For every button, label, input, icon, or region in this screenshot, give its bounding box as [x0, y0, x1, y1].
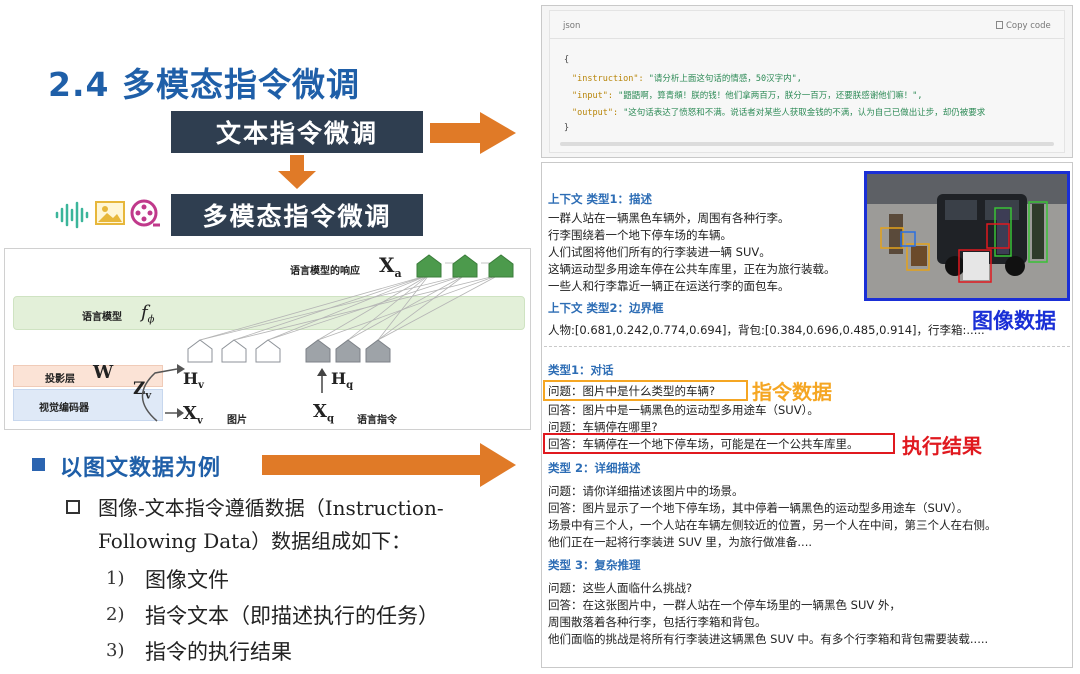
list-item: 指令的执行结果: [145, 640, 292, 664]
dialog-question: 问题：图片中是什么类型的车辆?: [548, 384, 716, 398]
bounding-box-line: 人物:[0.681,0.242,0.774,0.694]，背包:[0.384,0…: [548, 323, 985, 337]
type2-detail-heading: 类型 2：详细描述: [548, 461, 641, 475]
copy-icon: [996, 21, 1003, 29]
parking-garage-photo: [864, 171, 1070, 301]
context-line: 人们试图将他们所有的行李装进一辆 SUV。: [548, 245, 771, 259]
photo-illustration: [867, 174, 1067, 298]
multimodal-instruction-tuning-box: 多模态指令微调: [171, 194, 423, 236]
image-token: [221, 339, 247, 363]
bullet-square-icon: [32, 458, 45, 471]
instruction-data-tag: 指令数据: [752, 380, 832, 404]
context-line: 一群人站在一辆黑色车辆外，周围有各种行李。: [548, 211, 790, 225]
image-icon: [95, 201, 125, 225]
horizontal-scrollbar[interactable]: [560, 142, 1054, 146]
image-data-tag: 图像数据: [972, 309, 1056, 333]
code-line-instruction: "instruction": "请分析上面这句话的情感，50汉字内",: [572, 74, 802, 84]
page-title: 2.4 多模态指令微调: [48, 65, 360, 104]
reasoning-line: 问题：这些人面临什么挑战?: [548, 581, 693, 595]
data-description-line-2: Following Data）数据组成如下：: [98, 529, 412, 553]
instruction-token: [365, 339, 391, 363]
data-description-line-1: 图像-文本指令遵循数据（Instruction-: [98, 496, 444, 520]
token-graph: [187, 254, 514, 363]
checkbox-bullet-icon: [66, 500, 80, 514]
architecture-diagram: 语言模型的响应 Xa 语言模型 fϕ 投影层 W 视觉编码器 Zv Hv Hq …: [4, 248, 531, 430]
instruction-token: [305, 339, 331, 363]
text-instruction-tuning-box: 文本指令微调: [171, 111, 423, 153]
image-token: [187, 339, 213, 363]
json-code-panel: json Copy code { "instruction": "请分析上面这句…: [541, 5, 1073, 158]
code-close-brace: }: [564, 123, 570, 133]
list-number: 1): [106, 568, 125, 589]
context-type2-heading: 上下文 类型2：边界框: [548, 301, 664, 315]
detail-line: 场景中有三个人，一个人站在车辆左侧较近的位置，另一个人在中间，第三个人在右侧。: [548, 518, 997, 532]
down-arrow-icon: [278, 155, 316, 189]
right-arrow-icon: [262, 443, 516, 487]
film-reel-icon: [130, 199, 160, 227]
list-number: 3): [106, 640, 125, 661]
context-line: 一些人和行李靠近一辆正在运送行李的面包车。: [548, 279, 790, 293]
list-item: 图像文件: [145, 568, 229, 592]
reasoning-line: 他们面临的挑战是将所有行李装进这辆黑色 SUV 中。有多个行李箱和背包需要装载.…: [548, 632, 989, 646]
dialog-answer: 回答：图片中是一辆黑色的运动型多用途车（SUV）。: [548, 403, 819, 417]
code-block: json Copy code { "instruction": "请分析上面这句…: [549, 10, 1065, 153]
right-arrow-icon: [430, 112, 516, 154]
context-line: 这辆运动型多用途车停在公共车库里，正在为旅行装载。: [548, 262, 836, 276]
result-tag: 执行结果: [902, 434, 982, 458]
bullet-heading: 以图文数据为例: [60, 456, 222, 481]
context-type1-heading: 上下文 类型1：描述: [548, 192, 653, 206]
list-number: 2): [106, 604, 125, 625]
reasoning-line: 回答：在这张图片中，一群人站在一个停车场里的一辆黑色 SUV 外，: [548, 598, 901, 612]
image-token: [255, 339, 281, 363]
output-token: [452, 254, 478, 278]
detail-line: 问题：请你详细描述该图片中的场景。: [548, 484, 744, 498]
code-line-input: "input": "鼯鼯啊，算青頫！朕的钱！他们拿两百万，朕分一百万，还要朕感谢…: [572, 91, 923, 101]
code-open-brace: {: [564, 55, 570, 65]
instruction-token: [335, 339, 361, 363]
type3-reasoning-heading: 类型 3：复杂推理: [548, 558, 641, 572]
detail-line: 他们正在一起将行李装进 SUV 里，为旅行做准备....: [548, 535, 813, 549]
audio-waveform-icon: [55, 201, 89, 229]
divider: [544, 346, 1070, 347]
copy-code-button[interactable]: Copy code: [996, 21, 1051, 31]
output-token: [416, 254, 442, 278]
reasoning-line: 周围散落着各种行李，包括行李箱和背包。: [548, 615, 767, 629]
output-token: [488, 254, 514, 278]
code-line-output: "output": "这句话表达了愤怒和不满。说话者对某些人获取金钱的不满，认为…: [572, 108, 986, 118]
detail-line: 回答：图片显示了一个地下停车场，其中停着一辆黑色的运动型多用途车（SUV）。: [548, 501, 969, 515]
context-line: 行李围绕着一个地下停车场的车辆。: [548, 228, 732, 242]
type1-dialog-heading: 类型1：对话: [548, 363, 614, 377]
dialog-answer: 回答：车辆停在一个地下停车场，可能是在一个公共车库里。: [548, 437, 859, 451]
list-item: 指令文本（即描述执行的任务）: [145, 604, 439, 628]
code-language-label: json: [563, 21, 581, 31]
